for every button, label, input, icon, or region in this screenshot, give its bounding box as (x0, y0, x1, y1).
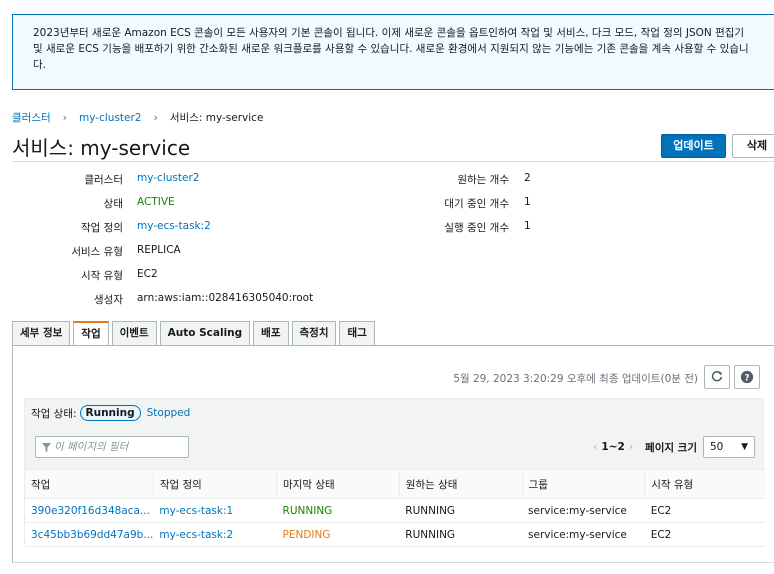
desired-status: RUNNING (399, 498, 523, 523)
previous-page-icon[interactable]: ‹ (593, 441, 597, 453)
task-status-filter: 작업 상태: Running Stopped (31, 405, 190, 421)
service-details: 클러스터 my-cluster2 상태 ACTIVE 작업 정의 my-ecs-… (71, 172, 531, 306)
tab-deployments[interactable]: 배포 (253, 321, 289, 345)
caret-down-icon: ▼ (741, 442, 748, 452)
table-header-row: 작업 작업 정의 마지막 상태 원하는 상태 그룹 시작 유형 (25, 469, 765, 499)
column-header-task[interactable]: 작업 (25, 469, 154, 499)
task-status-label: 작업 상태: (31, 407, 77, 420)
page-range: 1~2 (601, 441, 625, 453)
last-status: RUNNING (276, 498, 400, 523)
tab-events[interactable]: 이벤트 (111, 321, 157, 345)
refresh-icon (711, 371, 723, 382)
status-stopped-toggle[interactable]: Stopped (147, 407, 191, 419)
breadcrumb-clusters-link[interactable]: 클러스터 (12, 110, 51, 125)
page-title: 서비스: my-service (12, 136, 191, 160)
last-status: PENDING (276, 522, 400, 547)
filter-icon (42, 442, 51, 452)
breadcrumb-current: 서비스: my-service (169, 112, 264, 124)
column-header-task-definition[interactable]: 작업 정의 (153, 469, 278, 499)
column-header-launch-type[interactable]: 시작 유형 (644, 469, 765, 499)
refresh-button[interactable] (704, 365, 730, 389)
update-button[interactable]: 업데이트 (661, 134, 726, 158)
page-size-value: 50 (710, 441, 724, 453)
filter-box[interactable] (35, 436, 189, 458)
task-id-link[interactable]: 3c45bb3b69dd47a9b... (25, 522, 154, 547)
tab-metrics[interactable]: 측정치 (291, 321, 337, 345)
column-header-group[interactable]: 그룹 (522, 469, 646, 499)
page-header: 서비스: my-service 업데이트 삭제 (12, 130, 774, 162)
launch-type: EC2 (644, 522, 765, 547)
task-id-link[interactable]: 390e320f16d348aca... (25, 498, 154, 523)
tasks-table-container: 작업 상태: Running Stopped ‹ 1~2 › 페이지 크기 50… (24, 398, 765, 547)
page-size-label: 페이지 크기 (645, 441, 697, 454)
chevron-right-icon: › (62, 111, 68, 124)
task-definition-link[interactable]: my-ecs-task:1 (153, 498, 277, 523)
tasks-panel: 5월 29, 2023 3:20:29 오후에 최종 업데이트(0분 전) ? … (12, 345, 774, 563)
last-updated-text: 5월 29, 2023 3:20:29 오후에 최종 업데이트(0분 전) (453, 373, 698, 385)
svg-text:?: ? (744, 374, 749, 384)
column-header-last-status[interactable]: 마지막 상태 (276, 469, 400, 499)
tab-tags[interactable]: 태그 (339, 321, 375, 345)
status-running-toggle[interactable]: Running (79, 405, 141, 421)
breadcrumb-cluster-link[interactable]: my-cluster2 (79, 112, 141, 124)
banner-text: 2023년부터 새로운 Amazon ECS 콘솔이 모든 사용자의 기본 콘솔… (33, 27, 749, 71)
tasks-table: 작업 작업 정의 마지막 상태 원하는 상태 그룹 시작 유형 390e320f… (25, 469, 765, 547)
tab-auto-scaling[interactable]: Auto Scaling (159, 321, 251, 345)
breadcrumb: 클러스터 › my-cluster2 › 서비스: my-service (12, 110, 263, 125)
launch-type: EC2 (644, 498, 765, 523)
help-button[interactable]: ? (734, 365, 760, 389)
help-icon: ? (740, 370, 754, 384)
task-definition-link[interactable]: my-ecs-task:2 (153, 522, 277, 547)
pagination: ‹ 1~2 › 페이지 크기 50 ▼ (589, 436, 755, 458)
page-size-select[interactable]: 50 ▼ (703, 436, 755, 458)
group: service:my-service (522, 498, 645, 523)
table-row: 3c45bb3b69dd47a9b... my-ecs-task:2 PENDI… (25, 522, 765, 547)
delete-button[interactable]: 삭제 (732, 134, 774, 158)
table-row: 390e320f16d348aca... my-ecs-task:1 RUNNI… (25, 498, 765, 523)
service-tabs: 세부 정보 작업 이벤트 Auto Scaling 배포 측정치 태그 (12, 321, 378, 346)
chevron-right-icon: › (153, 111, 158, 124)
column-header-desired-status[interactable]: 원하는 상태 (399, 469, 523, 499)
group: service:my-service (522, 522, 645, 547)
new-console-banner: 2023년부터 새로운 Amazon ECS 콘솔이 모든 사용자의 기본 콘솔… (12, 14, 774, 90)
tab-tasks[interactable]: 작업 (73, 321, 109, 346)
filter-input[interactable] (54, 441, 179, 453)
tab-details[interactable]: 세부 정보 (12, 321, 71, 345)
desired-status: RUNNING (399, 522, 523, 547)
next-page-icon[interactable]: › (629, 441, 633, 453)
